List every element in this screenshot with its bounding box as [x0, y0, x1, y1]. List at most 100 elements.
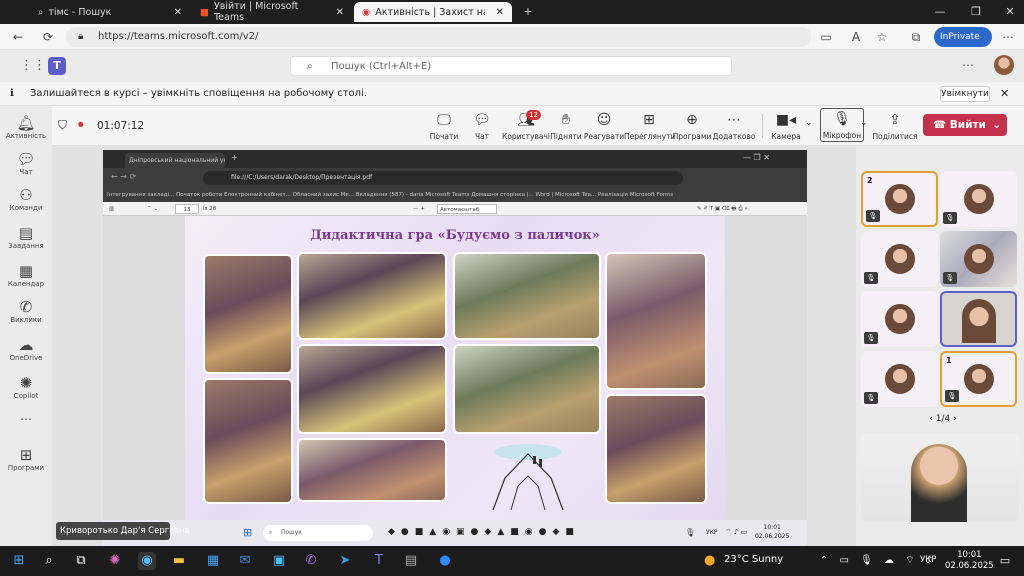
chat-button[interactable]: 💬︎ Чат — [460, 110, 504, 141]
leave-button[interactable]: ☎ Вийти ⌄ — [923, 114, 1007, 136]
left-rail: 🔔︎ Активність 💬︎ Чат ⚇ Команди ▤ Завдання ▦ К… — [0, 106, 52, 546]
control-label: Користувачі — [502, 132, 551, 141]
weather-text[interactable]: 23°C Sunny — [724, 554, 783, 565]
outlook-icon[interactable]: ✉ — [236, 552, 254, 570]
chat-icon: 💬︎ — [473, 112, 491, 128]
camera-button[interactable]: ■◂ Камера — [764, 110, 808, 141]
app-launcher-icon[interactable]: ⋮⋮ — [20, 58, 46, 73]
share-button[interactable]: ⇪ Поділитися — [872, 110, 918, 141]
more-icon[interactable]: ⋯ — [962, 58, 974, 72]
chevron-down-icon[interactable]: ⌄ — [860, 118, 868, 128]
maximize-icon[interactable]: ❐ — [966, 4, 986, 20]
copilot-icon[interactable]: ✺ — [106, 552, 124, 570]
app-available-icon[interactable]: ▭ — [818, 29, 834, 45]
edge-icon[interactable]: ◉ — [138, 552, 156, 570]
refresh-icon[interactable]: ⟳ — [40, 29, 56, 45]
teams-header: ⋮⋮ T ⌕ Пошук (Ctrl+Alt+E) ⋯ — [0, 50, 1024, 82]
close-window-icon[interactable]: ✕ — [1000, 4, 1020, 20]
chevron-left-icon[interactable]: ‹ — [929, 414, 933, 424]
bell-icon: 🔔︎ — [16, 114, 36, 132]
avatar[interactable] — [994, 55, 1014, 75]
rail-item-copilot[interactable]: ✺ Copilot — [0, 374, 52, 400]
rail-item-assignments[interactable]: ▤ Завдання — [0, 224, 52, 250]
app-icon[interactable]: ▤ — [402, 552, 420, 570]
apps-button[interactable]: ⊕ Програми — [670, 110, 714, 141]
participant-tile[interactable]: 🎙︎ — [940, 171, 1017, 227]
windows-start-icon[interactable]: ⊞ — [10, 552, 28, 570]
rail-item-calls[interactable]: ✆ Виклики — [0, 298, 52, 324]
control-label: Мікрофон — [822, 131, 862, 140]
react-button[interactable]: ☺ Реагувати — [582, 110, 626, 141]
more-icon[interactable]: ⋯ — [1000, 29, 1016, 45]
more-icon[interactable]: ⋯ — [0, 412, 52, 426]
participant-tile[interactable]: 🎙︎ — [861, 351, 938, 407]
url-field[interactable]: 🔒︎ https://teams.microsoft.com/v2/ — [66, 27, 811, 47]
control-label: Реагувати — [583, 132, 625, 141]
rail-item-apps[interactable]: ⊞ Програми — [0, 446, 52, 472]
rail-item-activity[interactable]: 🔔︎ Активність — [0, 114, 52, 140]
collections-icon[interactable]: ⧉ — [908, 29, 924, 45]
search-icon[interactable]: ⌕ — [40, 552, 58, 570]
phone-icon: ✆ — [19, 298, 33, 316]
self-view-video[interactable] — [861, 434, 1019, 522]
chevron-down-icon[interactable]: ⌄ — [805, 118, 813, 128]
new-tab-icon[interactable]: + — [518, 4, 538, 20]
file-explorer-icon[interactable]: ▬ — [170, 552, 188, 570]
control-label: Камера — [771, 132, 801, 141]
rail-item-teams[interactable]: ⚇ Команди — [0, 186, 52, 212]
tray-icons[interactable]: ⌃ ▭ 🎙︎ ☁ ⌔ ♪ — [820, 554, 936, 567]
people-button[interactable]: 👥︎ 12 Користувачі — [502, 110, 550, 141]
rail-item-calendar[interactable]: ▦ Календар — [0, 262, 52, 288]
participant-video-tile[interactable] — [940, 291, 1017, 347]
favorite-icon[interactable]: ☆ — [874, 29, 890, 45]
tab-title: Увійти | Microsoft Teams — [213, 1, 299, 23]
slide-photo — [453, 344, 601, 434]
participant-tile[interactable]: 🎙︎ — [861, 231, 938, 287]
more-actions-button[interactable]: ⋯ Додатково — [712, 110, 756, 141]
telegram-icon[interactable]: ➤ — [336, 552, 354, 570]
close-icon[interactable]: ✕ — [1000, 82, 1009, 106]
minimize-icon[interactable]: — — [930, 4, 950, 20]
chat-icon: 💬︎ — [16, 150, 36, 168]
chevron-right-icon[interactable]: › — [953, 414, 957, 424]
language-indicator[interactable]: УКР — [920, 555, 936, 565]
notification-icon[interactable]: ▭ — [996, 552, 1014, 570]
shared-url: file:///C:/Users/darak/Desktop/Презентац… — [203, 171, 683, 185]
rail-item-onedrive[interactable]: ☁ OneDrive — [0, 336, 52, 362]
presentation-slide: Дидактична гра «Будуємо з паличок» — [185, 216, 725, 520]
participant-tile[interactable]: 2 🎙︎ — [861, 171, 938, 227]
read-aloud-icon[interactable]: A — [848, 29, 864, 45]
taskbar-clock[interactable]: 10:01 02.06.2025 — [945, 550, 994, 572]
browser-tab-search[interactable]: ⌕ тімс - Пошук ✕ — [30, 2, 190, 22]
close-icon[interactable]: ✕ — [336, 7, 344, 18]
zoom-icon[interactable]: ● — [436, 552, 454, 570]
chevron-down-icon[interactable]: ⌄ — [992, 114, 1001, 136]
participant-tile[interactable]: 🎙︎ — [861, 291, 938, 347]
microphone-button[interactable]: 🎙︎ Мікрофон — [820, 108, 864, 142]
inprivate-badge[interactable]: InPrivate — [934, 27, 992, 47]
search-input[interactable]: ⌕ Пошук (Ctrl+Alt+E) — [290, 56, 732, 76]
control-label: Поділитися — [872, 132, 918, 141]
photos-icon[interactable]: ▣ — [270, 552, 288, 570]
assignments-icon: ▤ — [18, 224, 34, 242]
browser-tab-activity[interactable]: ◉ Активність | Захист навчал ✕ — [354, 2, 512, 22]
slide-photo — [297, 438, 447, 502]
participant-tile[interactable]: 🎙︎ — [940, 231, 1017, 287]
browser-tab-teams-login[interactable]: ■ Увійти | Microsoft Teams ✕ — [192, 1, 352, 23]
clock-time: 10:01 — [957, 550, 982, 560]
view-button[interactable]: ⊞ Переглянути — [624, 110, 676, 141]
rail-label: Команди — [9, 204, 43, 212]
store-icon[interactable]: ▦ — [204, 552, 222, 570]
control-label: Переглянути — [624, 132, 676, 141]
close-icon[interactable]: ✕ — [174, 7, 182, 18]
task-view-icon[interactable]: ⧉ — [72, 552, 90, 570]
enable-notifications-button[interactable]: Увімкнути — [940, 86, 990, 102]
shared-tab-strip: Дніпровський національний унів + — ❐ ✕ — [103, 150, 807, 168]
lock-icon: 🔒︎ — [78, 31, 84, 42]
viber-icon[interactable]: ✆ — [302, 552, 320, 570]
back-icon[interactable]: ← — [10, 29, 26, 45]
teams-icon[interactable]: T — [370, 552, 388, 570]
participant-tile[interactable]: 1 🎙︎ — [940, 351, 1017, 407]
rail-item-chat[interactable]: 💬︎ Чат — [0, 150, 52, 176]
close-icon[interactable]: ✕ — [496, 7, 504, 18]
